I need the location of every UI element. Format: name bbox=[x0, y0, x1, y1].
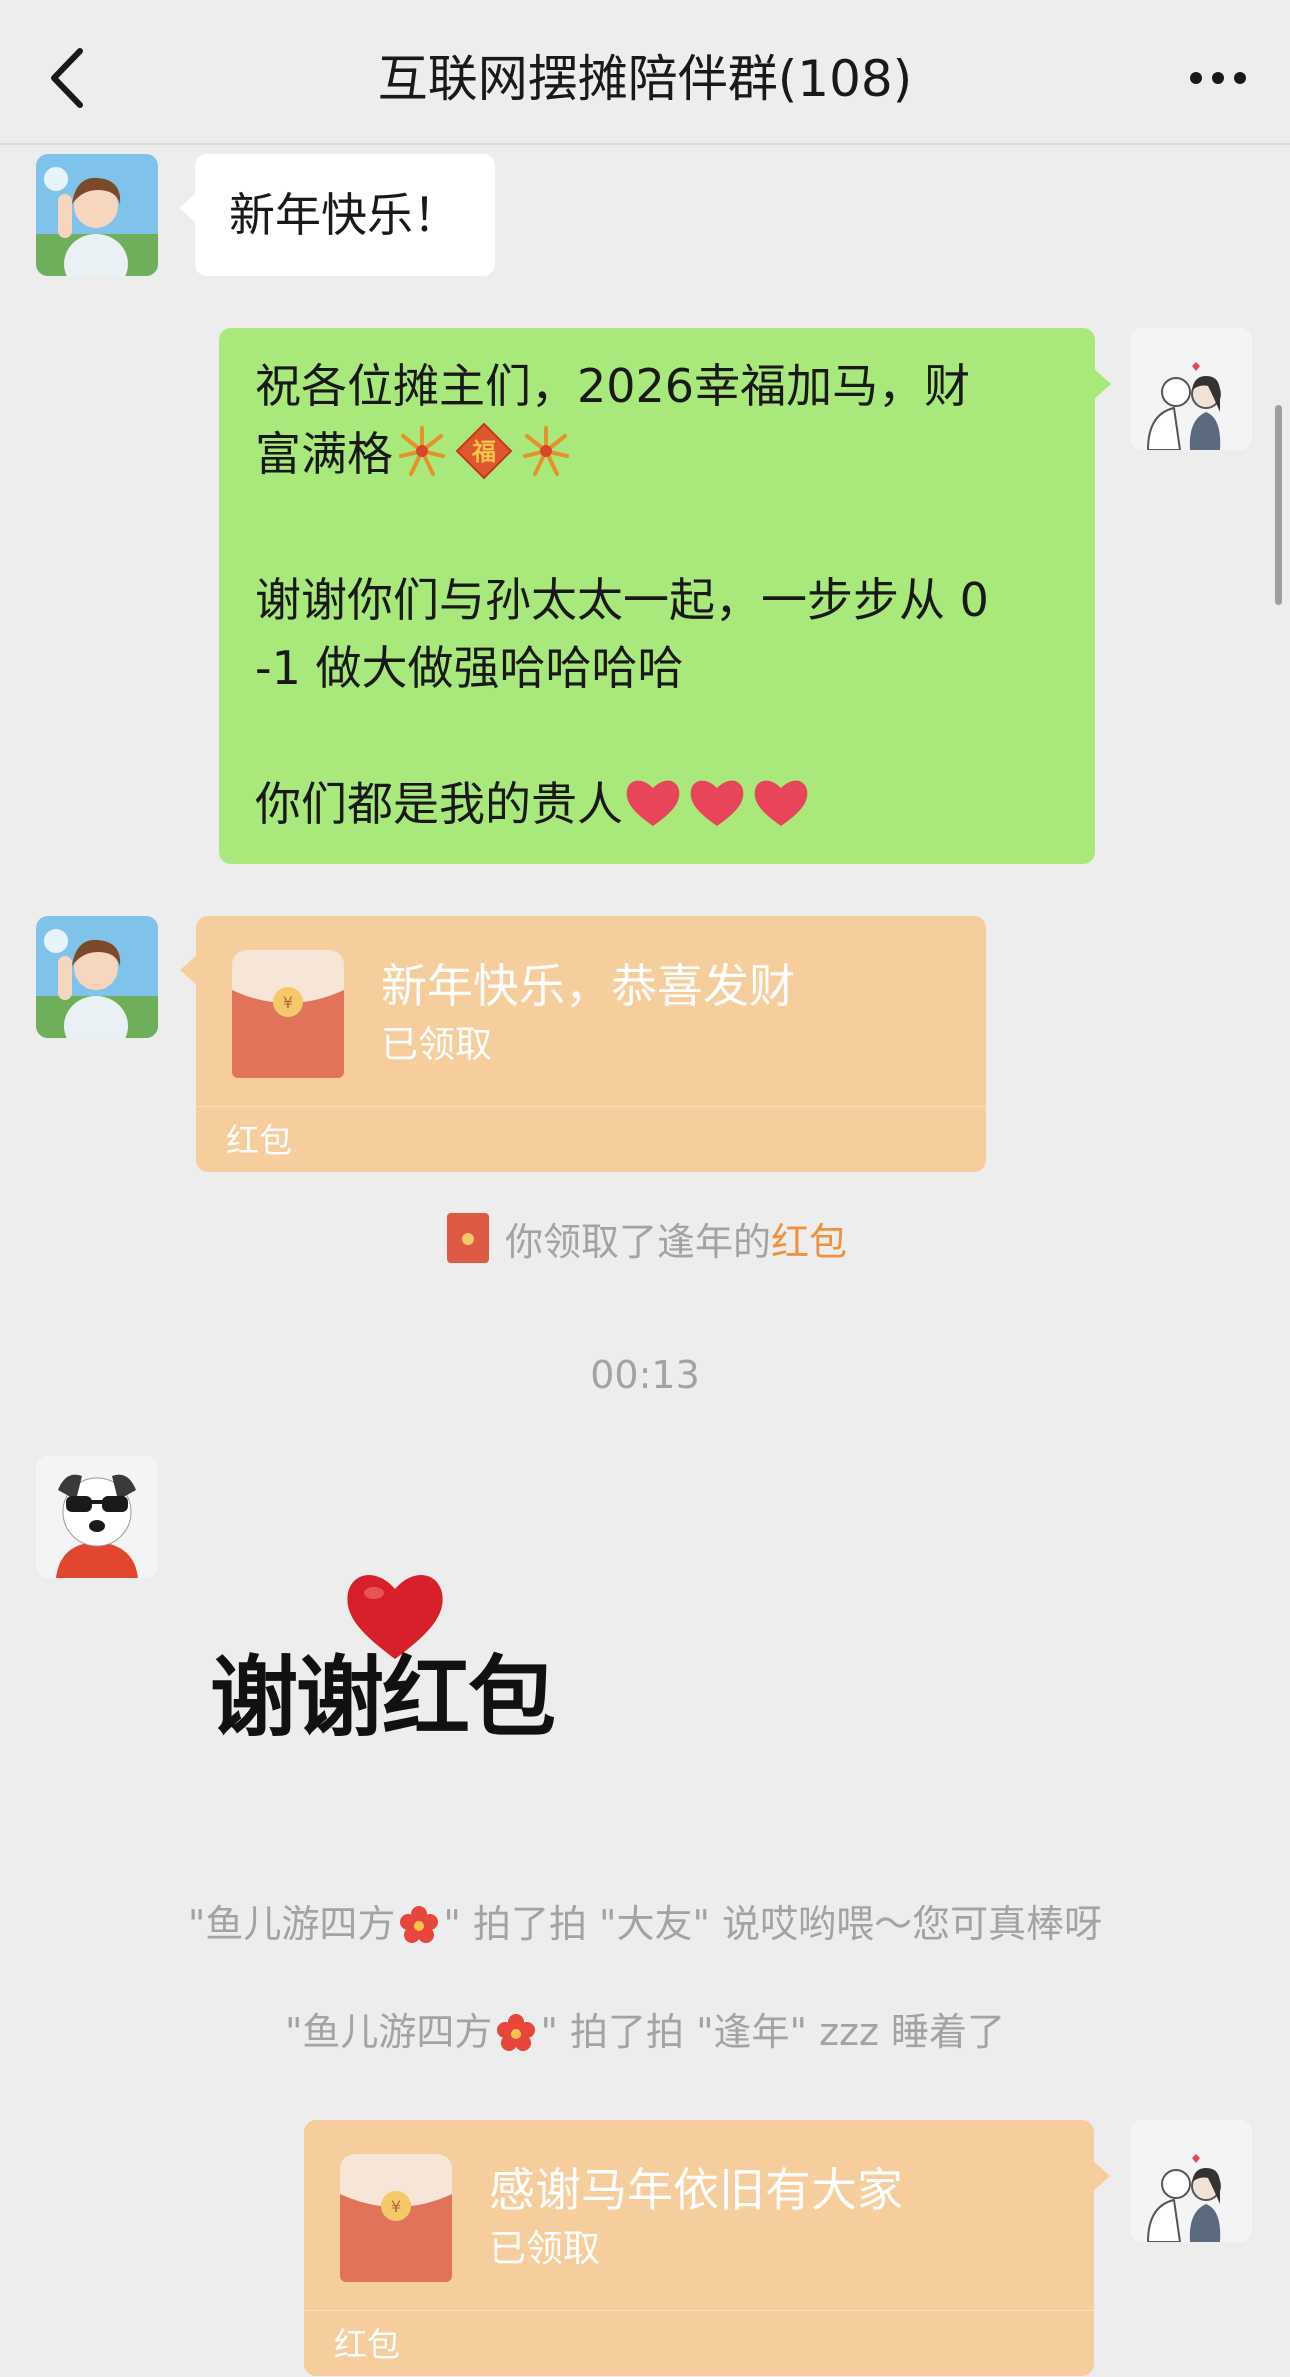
back-arrow-icon[interactable] bbox=[40, 45, 100, 111]
message-bubble-self[interactable]: 祝各位摊主们，2026幸福加马，财 富满格 福 谢谢你们与孙太太一起，一步步从 0… bbox=[219, 328, 1111, 864]
divider bbox=[304, 2310, 1094, 2311]
system-notice: 你领取了逢年的红包 bbox=[0, 1213, 1290, 1278]
flower-icon bbox=[399, 1904, 439, 1960]
chat-title: 互联网摆摊陪伴群(108) bbox=[377, 50, 913, 108]
flower-icon bbox=[496, 2012, 536, 2068]
fireworks-emoji bbox=[393, 422, 451, 498]
avatar-couple[interactable] bbox=[1130, 328, 1252, 450]
pat-text: " 拍了拍 "大友" 说哎哟喂～您可真棒呀 bbox=[443, 1902, 1103, 1946]
chat-screen: 互联网摆摊陪伴群(108) 新年快乐！ 祝各位摊主们，2026幸福加马，财 富满… bbox=[0, 0, 1290, 2377]
red-packet-message[interactable]: ¥ 新年快乐，恭喜发财 已领取 红包 bbox=[180, 916, 986, 1172]
sticker-text: 谢谢红包 bbox=[210, 1646, 556, 1749]
more-icon[interactable] bbox=[1178, 50, 1258, 106]
red-packet-icon: ¥ bbox=[340, 2150, 452, 2282]
red-packet-title: 新年快乐，恭喜发财 bbox=[381, 959, 795, 1013]
red-packet-status: 已领取 bbox=[381, 1023, 492, 1066]
heart-emoji bbox=[687, 774, 747, 848]
notice-text: 你领取了逢年的 bbox=[505, 1220, 772, 1264]
red-packet-label: 红包 bbox=[334, 2325, 400, 2364]
avatar-anime-boy[interactable] bbox=[36, 154, 158, 276]
thanks-sticker[interactable]: 谢谢红包 bbox=[200, 1565, 620, 1765]
pat-text: "鱼儿游四方 bbox=[187, 1902, 396, 1946]
avatar-anime-boy[interactable] bbox=[36, 916, 158, 1038]
svg-text:¥: ¥ bbox=[283, 993, 293, 1012]
pat-text: "鱼儿游四方 bbox=[284, 2010, 493, 2054]
heart-emoji bbox=[623, 774, 683, 848]
red-packet-status: 已领取 bbox=[489, 2227, 600, 2270]
message-line-text: 富满格 bbox=[255, 427, 393, 481]
avatar-dog-sunglasses[interactable] bbox=[36, 1456, 158, 1578]
fu-diamond-emoji: 福 bbox=[455, 422, 513, 498]
timestamp: 00:13 bbox=[590, 1353, 700, 1397]
svg-text:福: 福 bbox=[471, 438, 496, 466]
svg-text:¥: ¥ bbox=[391, 2197, 401, 2216]
top-bar: 互联网摆摊陪伴群(108) bbox=[0, 0, 1290, 145]
heart-emoji bbox=[751, 774, 811, 848]
red-packet-icon bbox=[446, 1213, 489, 1278]
message-text: 新年快乐！ bbox=[229, 188, 459, 242]
red-packet-message-self[interactable]: ¥ 感谢马年依旧有大家 已领取 红包 bbox=[304, 2120, 1110, 2376]
message-line: 祝各位摊主们，2026幸福加马，财 bbox=[255, 359, 971, 413]
red-packet-label: 红包 bbox=[226, 1121, 292, 1160]
fireworks-emoji bbox=[517, 422, 575, 498]
avatar-couple[interactable] bbox=[1130, 2120, 1252, 2242]
red-packet-title: 感谢马年依旧有大家 bbox=[489, 2163, 903, 2217]
divider bbox=[196, 1106, 986, 1107]
message-bubble[interactable]: 新年快乐！ bbox=[179, 154, 495, 276]
pat-notice: "鱼儿游四方 " 拍了拍 "逢年" zzz 睡着了 bbox=[0, 2004, 1290, 2068]
pat-notice: "鱼儿游四方 " 拍了拍 "大友" 说哎哟喂～您可真棒呀 bbox=[0, 1896, 1290, 1960]
message-line: 富满格 福 bbox=[255, 420, 1059, 498]
pat-text: " 拍了拍 "逢年" zzz 睡着了 bbox=[540, 2010, 1006, 2054]
red-packet-link[interactable]: 红包 bbox=[771, 1220, 847, 1264]
message-paragraph: 谢谢你们与孙太太一起，一步步从 0 -1 做大做强哈哈哈哈 bbox=[255, 573, 989, 695]
scrollbar[interactable] bbox=[1275, 405, 1282, 605]
red-packet-icon: ¥ bbox=[232, 946, 344, 1078]
message-line: 你们都是我的贵人 bbox=[255, 770, 1059, 848]
message-line-text: 你们都是我的贵人 bbox=[255, 777, 623, 831]
